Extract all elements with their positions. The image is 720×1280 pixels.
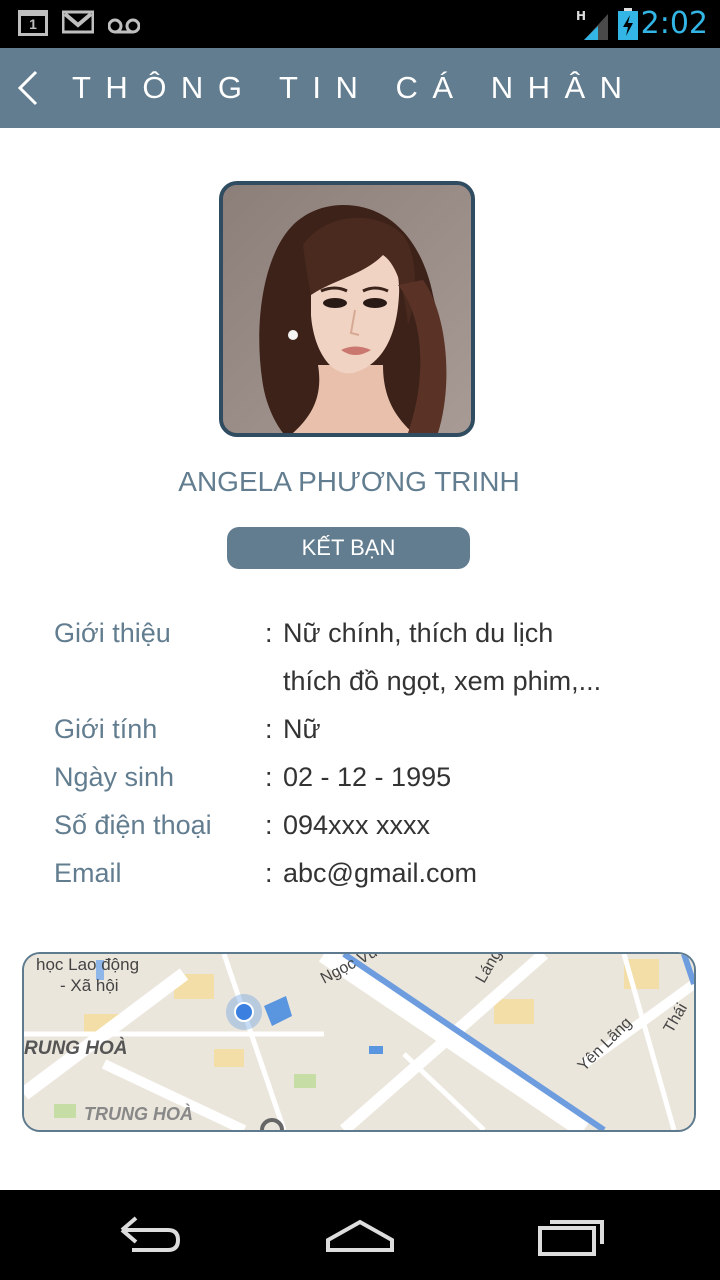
map-view[interactable]: học Lao động - Xã hội RUNG HOÀ TRUNG HOÀ…: [24, 954, 694, 1130]
signal-icon: H: [576, 9, 608, 40]
intro-value-line2: thích đồ ngọt, xem phim,...: [283, 666, 602, 696]
home-icon[interactable]: [320, 1210, 400, 1260]
gender-label: Giới tính: [54, 714, 158, 744]
intro-label: Giới thiệu: [54, 618, 171, 648]
app-header: THÔNG TIN CÁ NHÂN: [0, 48, 720, 128]
status-time: 2:02: [640, 6, 708, 41]
email-value[interactable]: abc@gmail.com: [283, 858, 477, 889]
back-icon[interactable]: [110, 1210, 190, 1260]
birthday-value: 02 - 12 - 1995: [283, 762, 452, 792]
email-label: Email: [54, 858, 122, 888]
calendar-day: 1: [29, 16, 37, 32]
recent-apps-icon[interactable]: [532, 1210, 612, 1260]
intro-colon: :: [265, 618, 273, 648]
voicemail-icon: [108, 18, 140, 34]
birthday-colon: :: [265, 762, 273, 792]
map-label-trung-hoa: TRUNG HOÀ: [84, 1103, 193, 1124]
birthday-label: Ngày sinh: [54, 762, 175, 792]
add-friend-button[interactable]: KẾT BẠN: [227, 527, 470, 569]
intro-value: Nữ chính, thích du lịch: [283, 618, 554, 648]
status-bar: 1 H 2:02: [0, 0, 720, 48]
map-label-lao-dong: học Lao động: [36, 955, 139, 974]
gender-colon: :: [265, 714, 273, 744]
map-label-rung-hoa: RUNG HOÀ: [24, 1037, 127, 1059]
page-title: THÔNG TIN CÁ NHÂN: [72, 70, 637, 105]
phone-label: Số điện thoại: [54, 810, 212, 840]
profile-photo: [223, 185, 471, 433]
chevron-left-icon[interactable]: [14, 68, 42, 108]
map-label-xa-hoi: - Xã hội: [60, 976, 119, 995]
battery-charging-icon: [618, 8, 638, 40]
calendar-icon: 1: [18, 10, 48, 36]
phone-value[interactable]: 094xxx xxxx: [283, 810, 430, 841]
navigation-bar: [0, 1190, 720, 1280]
email-colon: :: [265, 858, 273, 888]
avatar: [219, 181, 475, 437]
profile-name: ANGELA PHƯƠNG TRINH: [178, 466, 520, 497]
phone-colon: :: [265, 810, 273, 840]
location-map[interactable]: học Lao động - Xã hội RUNG HOÀ TRUNG HOÀ…: [22, 952, 696, 1132]
network-type: H: [576, 9, 586, 23]
gender-value: Nữ: [283, 714, 321, 744]
gmail-icon: [62, 10, 94, 34]
